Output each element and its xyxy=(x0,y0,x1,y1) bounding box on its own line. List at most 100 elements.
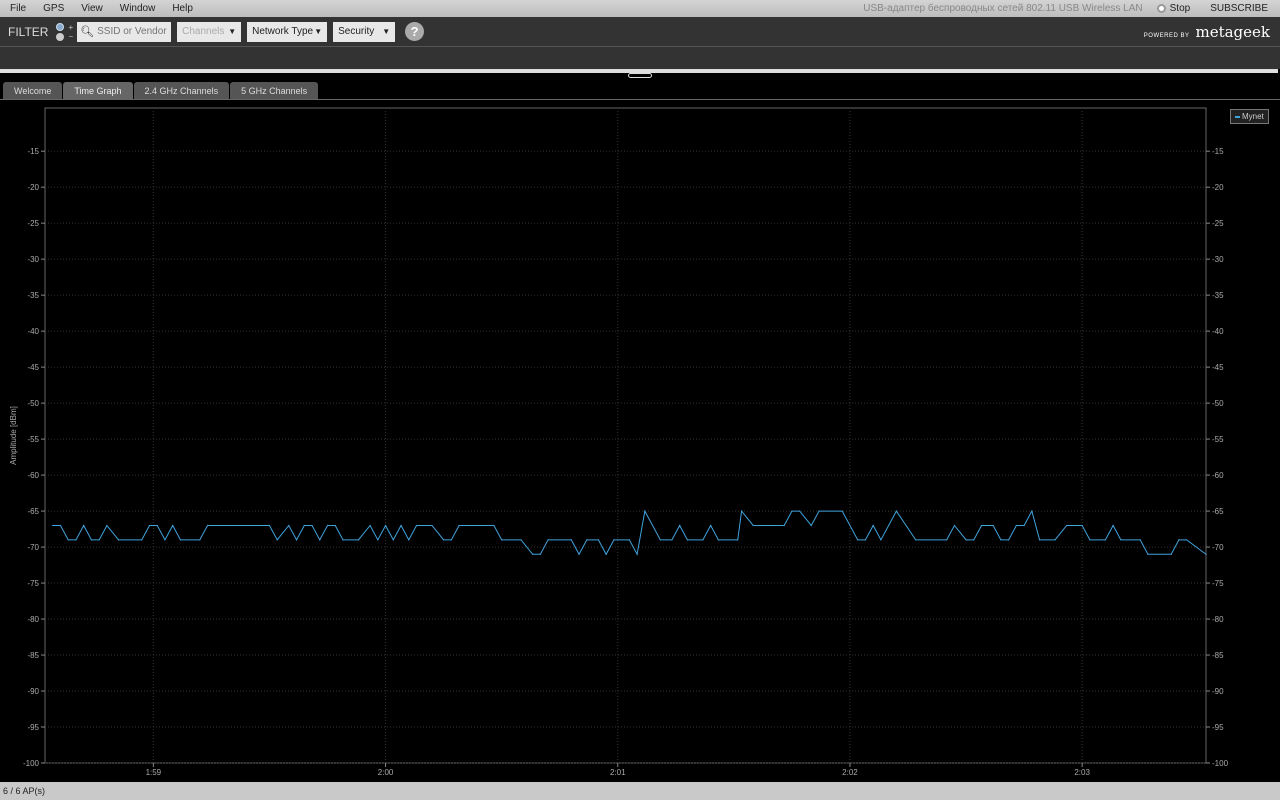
data-point xyxy=(586,539,588,541)
data-point xyxy=(532,553,534,555)
data-point xyxy=(450,539,452,541)
data-point xyxy=(117,539,120,541)
data-point xyxy=(605,553,607,555)
data-point xyxy=(880,539,882,541)
data-point xyxy=(1186,539,1188,541)
menu-help[interactable]: Help xyxy=(165,3,200,14)
filter-include-radio[interactable] xyxy=(56,22,65,31)
data-point xyxy=(1170,553,1172,555)
data-point xyxy=(857,539,859,541)
y-tick-label: -75 xyxy=(27,579,39,588)
data-point xyxy=(1038,539,1041,541)
y-tick-label: -95 xyxy=(27,723,39,732)
data-point xyxy=(741,510,743,512)
filter-exclude-radio[interactable] xyxy=(56,32,65,41)
x-tick-label: 1:59 xyxy=(146,768,162,777)
tab-24ghz-channels[interactable]: 2.4 GHz Channels xyxy=(133,82,230,100)
data-point xyxy=(980,524,983,527)
data-point xyxy=(799,510,801,512)
y-tick-label-right: -20 xyxy=(1212,183,1224,192)
data-point xyxy=(164,539,166,541)
data-point xyxy=(501,539,503,541)
ssid-search[interactable]: 🔍︎ xyxy=(77,21,172,42)
tab-welcome[interactable]: Welcome xyxy=(3,82,63,100)
data-point xyxy=(570,539,572,541)
resize-handle[interactable] xyxy=(628,73,652,78)
data-point xyxy=(1054,539,1056,541)
brand-name: metageek xyxy=(1195,23,1270,41)
tab-5ghz-channels[interactable]: 5 GHz Channels xyxy=(230,82,319,100)
data-point xyxy=(710,524,712,527)
security-dropdown[interactable]: Security ▼ xyxy=(333,21,396,42)
channels-dropdown[interactable]: Channels ▼ xyxy=(177,21,242,42)
data-point xyxy=(172,524,174,527)
data-point xyxy=(1008,539,1010,541)
data-point xyxy=(52,524,54,527)
chevron-down-icon: ▼ xyxy=(382,27,391,36)
data-point xyxy=(953,524,956,527)
data-point xyxy=(597,539,600,541)
y-tick-label: -70 xyxy=(27,543,39,552)
data-point xyxy=(206,524,209,527)
data-point xyxy=(1112,524,1114,527)
data-point xyxy=(702,539,704,541)
data-point xyxy=(268,524,271,527)
y-tick-label-right: -25 xyxy=(1212,219,1224,228)
ap-table-area xyxy=(0,47,1280,69)
menu-file[interactable]: File xyxy=(3,3,33,14)
y-tick-label-right: -35 xyxy=(1212,291,1224,300)
data-point xyxy=(1081,524,1083,527)
data-point xyxy=(67,539,69,541)
data-point xyxy=(148,524,151,527)
time-graph-chart[interactable]: -15 -15 -20 -20 -25 -25 -30 -30 -35 -35 -40 -40 -45 -… xyxy=(0,100,1280,782)
x-tick-label: 2:01 xyxy=(610,768,626,777)
channels-label: Channels xyxy=(182,26,225,37)
ssid-search-input[interactable] xyxy=(97,26,168,37)
adapter-selector[interactable]: USB-адаптер беспроводных сетей 802.11 US… xyxy=(863,3,1142,14)
tab-time-graph[interactable]: Time Graph xyxy=(63,82,133,100)
y-tick-label: -55 xyxy=(27,435,39,444)
data-point xyxy=(458,524,460,527)
data-point xyxy=(384,524,387,527)
data-point xyxy=(276,539,278,541)
y-tick-label: -50 xyxy=(27,399,39,408)
data-point xyxy=(520,539,522,541)
legend-item-mynet[interactable]: Mynet xyxy=(1230,109,1269,124)
data-point xyxy=(915,539,917,541)
data-point xyxy=(717,539,719,541)
menu-gps[interactable]: GPS xyxy=(36,3,71,14)
data-point xyxy=(1066,524,1068,527)
x-tick-label: 2:03 xyxy=(1074,768,1090,777)
menu-view[interactable]: View xyxy=(74,3,110,14)
data-point xyxy=(992,524,994,527)
data-point xyxy=(1178,539,1180,541)
y-tick-label: -20 xyxy=(27,183,39,192)
data-point xyxy=(818,510,820,512)
y-tick-label-right: -95 xyxy=(1212,723,1224,732)
y-tick-label: -40 xyxy=(27,327,39,336)
data-point xyxy=(686,539,689,541)
data-point xyxy=(613,539,615,541)
data-point xyxy=(106,524,108,527)
subscribe-link[interactable]: SUBSCRIBE xyxy=(1210,3,1268,14)
data-point xyxy=(578,553,580,555)
powered-by-label: POWERED BY xyxy=(1143,33,1190,39)
data-point xyxy=(288,524,290,527)
network-type-dropdown[interactable]: Network Type ▼ xyxy=(247,21,328,42)
data-point xyxy=(141,539,143,541)
data-point xyxy=(415,524,418,527)
menu-window[interactable]: Window xyxy=(113,3,163,14)
data-point xyxy=(671,539,673,541)
help-button[interactable]: ? xyxy=(405,22,425,41)
data-point xyxy=(400,524,402,527)
menu-bar: File GPS View Window Help USB-адаптер бе… xyxy=(0,0,1280,17)
minus-label: − xyxy=(68,31,74,41)
data-point xyxy=(547,539,549,541)
y-tick-label-right: -90 xyxy=(1212,687,1224,696)
data-point xyxy=(628,539,630,541)
data-point xyxy=(1023,524,1025,527)
y-tick-label: -45 xyxy=(27,363,39,372)
x-tick-label: 2:02 xyxy=(842,768,858,777)
stop-button[interactable]: Stop xyxy=(1156,3,1190,14)
plot-area xyxy=(44,107,1207,764)
